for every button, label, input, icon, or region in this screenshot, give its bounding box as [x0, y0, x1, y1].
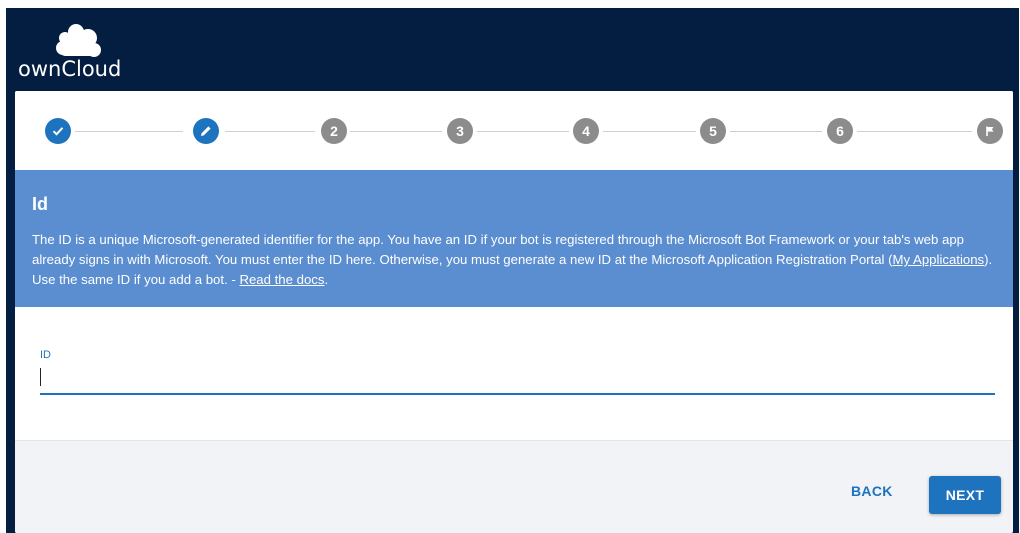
step-connector	[225, 131, 315, 132]
info-panel: Id The ID is a unique Microsoft-generate…	[15, 170, 1013, 307]
owncloud-logo[interactable]: ownCloud	[18, 18, 138, 82]
svg-text:ownCloud: ownCloud	[18, 57, 121, 81]
step-completed[interactable]	[45, 118, 71, 144]
step-connector	[730, 131, 822, 132]
step-6[interactable]: 6	[827, 118, 853, 144]
step-finish[interactable]	[977, 118, 1003, 144]
step-4[interactable]: 4	[573, 118, 599, 144]
check-icon	[52, 127, 64, 136]
back-button[interactable]: BACK	[851, 483, 893, 499]
read-the-docs-link[interactable]: Read the docs	[239, 272, 324, 287]
step-connector	[477, 131, 569, 132]
step-2[interactable]: 2	[321, 118, 347, 144]
id-field-label: ID	[40, 349, 51, 361]
pencil-icon	[201, 126, 211, 136]
step-connector	[603, 131, 696, 132]
my-applications-link[interactable]: My Applications	[893, 252, 985, 267]
app-header: ownCloud 2 3 4 5 6 Id The ID is a unique…	[6, 8, 1019, 533]
step-connector	[350, 131, 442, 132]
info-text-part: .	[324, 272, 329, 287]
step-connector	[857, 131, 972, 132]
step-current[interactable]	[193, 118, 219, 144]
step-3[interactable]: 3	[447, 118, 473, 144]
text-cursor	[40, 368, 41, 386]
next-button[interactable]: NEXT	[929, 476, 1001, 514]
wizard-stepper: 2 3 4 5 6	[15, 91, 1013, 170]
step-connector	[75, 131, 183, 132]
flag-icon	[986, 126, 994, 136]
info-text-part: The ID is a unique Microsoft-generated i…	[32, 232, 964, 267]
setup-wizard-card: 2 3 4 5 6 Id The ID is a unique Microsof…	[15, 91, 1013, 533]
id-input[interactable]	[40, 363, 995, 395]
step-5[interactable]: 5	[700, 118, 726, 144]
cloud-logo-icon: ownCloud	[18, 24, 121, 81]
wizard-footer: BACK NEXT	[15, 440, 1013, 533]
info-description: The ID is a unique Microsoft-generated i…	[32, 230, 1002, 290]
info-title: Id	[32, 194, 48, 214]
